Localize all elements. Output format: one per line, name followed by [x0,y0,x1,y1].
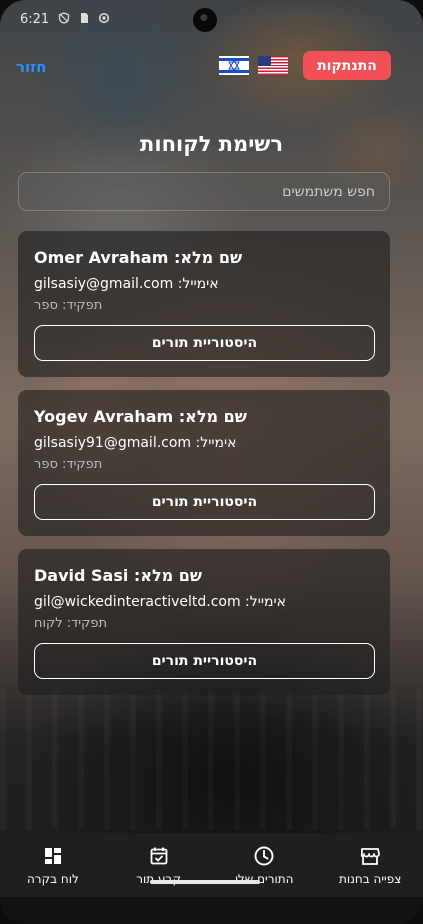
customer-role: תפקיד: לקוח [34,616,108,631]
dashboard-icon [44,848,61,864]
appointment-history-button[interactable]: היסטוריית תורים [34,643,375,679]
customer-full-name: Yogev Avraham :שם מלא [34,407,247,426]
customer-email: gil@wickedinteractiveltd.com :אימייל [34,594,286,610]
appointment-history-button[interactable]: היסטוריית תורים [34,325,375,361]
bottom-nav: צפייה בחנות התורים שלי קבע תור לוח בקרה [0,833,423,897]
calendar-check-icon [150,847,168,865]
customer-email: gilsasiy@gmail.com :אימייל [34,276,219,292]
customer-full-name: Omer Avraham :שם מלא [34,248,243,267]
status-time: 6:21 [20,12,50,27]
nav-item-dashboard[interactable]: לוח בקרה [0,833,106,897]
customer-card: David Sasi :שם מלא gil@wickedinteractive… [18,549,390,695]
customer-email: gilsasiy91@gmail.com :אימייל [34,435,237,451]
nav-label: לוח בקרה [26,872,79,886]
page-title: רשימת לקוחות [140,132,283,156]
us-flag-icon[interactable] [258,56,288,75]
sim-card-icon [81,13,88,23]
search-input[interactable] [18,172,390,211]
customer-card: Yogev Avraham :שם מלא gilsasiy91@gmail.c… [18,390,390,536]
logout-button[interactable]: התנתקות [303,51,391,80]
appointment-history-button[interactable]: היסטוריית תורים [34,484,375,520]
home-indicator[interactable] [150,880,260,884]
shield-icon [58,12,70,24]
clock-icon [254,846,274,866]
sync-icon [98,12,110,24]
front-camera [193,8,217,32]
status-bar: 6:21 [0,0,423,40]
store-icon [361,848,381,865]
app-screen: 6:21 חזור התנתקות רשימת לקוחות חפש משתמש… [0,0,423,924]
nav-label: צפייה בחנות [338,872,402,886]
customer-role: תפקיד: ספר [34,457,103,472]
customer-card: Omer Avraham :שם מלא gilsasiy@gmail.com … [18,231,390,377]
nav-item-my-appointments[interactable]: התורים שלי [212,833,318,897]
nav-item-book-appointment[interactable]: קבע תור [106,833,212,897]
customer-full-name: David Sasi :שם מלא [34,566,203,585]
back-link[interactable]: חזור [16,58,47,76]
nav-item-view-store[interactable]: צפייה בחנות [317,833,423,897]
customer-role: תפקיד: ספר [34,298,103,313]
israel-flag-icon[interactable] [219,56,249,75]
